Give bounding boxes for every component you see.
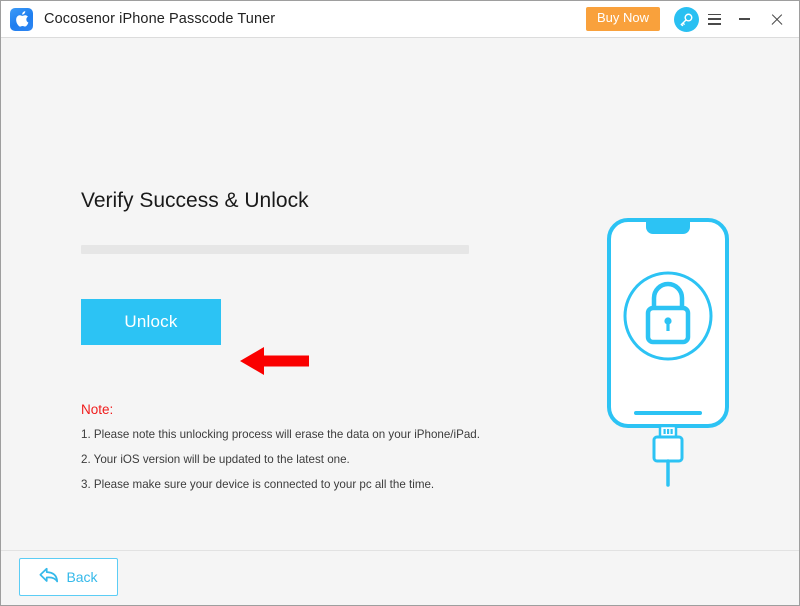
back-arrow-icon	[39, 567, 59, 587]
main-content: Verify Success & Unlock Unlock Note: 1. …	[1, 38, 799, 550]
red-left-arrow-icon	[240, 344, 310, 383]
note-title: Note:	[81, 402, 114, 417]
note-list: 1. Please note this unlocking process wi…	[81, 428, 501, 503]
minimize-icon[interactable]	[729, 1, 759, 38]
back-button[interactable]: Back	[19, 558, 118, 596]
title-bar-controls: Buy Now	[585, 1, 799, 38]
footer-bar: Back	[1, 550, 799, 605]
page-title: Verify Success & Unlock	[81, 189, 309, 212]
back-button-label: Back	[66, 569, 98, 585]
close-icon[interactable]	[759, 1, 793, 38]
buy-now-button[interactable]: Buy Now	[585, 7, 660, 31]
unlock-button[interactable]: Unlock	[81, 299, 221, 345]
list-item: 1. Please note this unlocking process wi…	[81, 428, 480, 441]
list-item: 2. Your iOS version will be updated to t…	[81, 452, 350, 466]
title-bar: Cocosenor iPhone Passcode Tuner Buy Now	[1, 1, 799, 38]
list-item: 3. Please make sure your device is conne…	[81, 477, 435, 491]
app-window: Cocosenor iPhone Passcode Tuner Buy Now	[0, 0, 800, 606]
apple-logo-icon	[10, 7, 33, 31]
window-title: Cocosenor iPhone Passcode Tuner	[44, 11, 276, 27]
progress-bar	[81, 245, 469, 254]
hamburger-menu-icon[interactable]	[699, 1, 729, 38]
iphone-locked-illustration	[588, 178, 748, 493]
key-icon[interactable]	[674, 6, 699, 32]
